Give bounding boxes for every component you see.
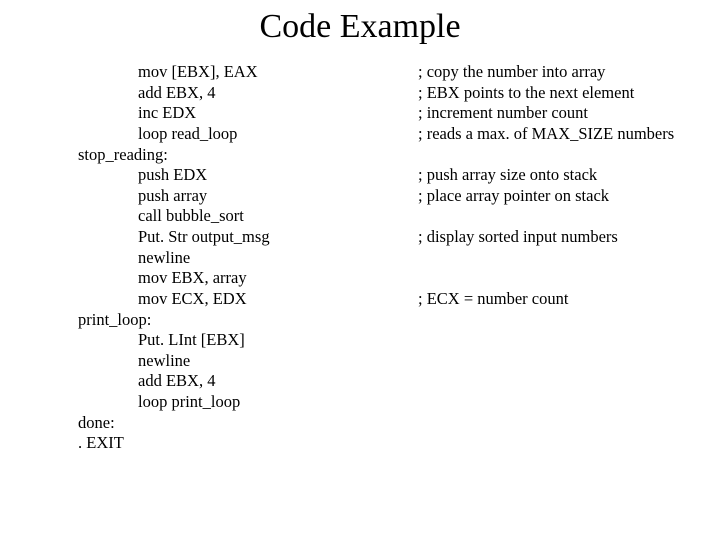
code-instruction: loop print_loop bbox=[78, 392, 418, 413]
code-instruction: newline bbox=[78, 248, 418, 269]
code-line: mov ECX, EDX; ECX = number count bbox=[78, 289, 674, 310]
code-instruction: Put. LInt [EBX] bbox=[78, 330, 418, 351]
code-comment: ; display sorted input numbers bbox=[418, 227, 618, 248]
code-instruction: newline bbox=[78, 351, 418, 372]
slide: Code Example mov [EBX], EAX; copy the nu… bbox=[0, 0, 720, 540]
code-line: push EDX; push array size onto stack bbox=[78, 165, 674, 186]
code-instruction: Put. Str output_msg bbox=[78, 227, 418, 248]
code-block: mov [EBX], EAX; copy the number into arr… bbox=[78, 62, 674, 454]
code-instruction: add EBX, 4 bbox=[78, 371, 418, 392]
code-line: inc EDX; increment number count bbox=[78, 103, 674, 124]
code-line: . EXIT bbox=[78, 433, 674, 454]
code-line: mov [EBX], EAX; copy the number into arr… bbox=[78, 62, 674, 83]
code-instruction: push array bbox=[78, 186, 418, 207]
code-instruction: inc EDX bbox=[78, 103, 418, 124]
code-instruction: stop_reading: bbox=[78, 145, 358, 166]
code-comment: ; increment number count bbox=[418, 103, 588, 124]
code-instruction: add EBX, 4 bbox=[78, 83, 418, 104]
code-line: print_loop: bbox=[78, 310, 674, 331]
code-instruction: . EXIT bbox=[78, 433, 358, 454]
code-line: Put. LInt [EBX] bbox=[78, 330, 674, 351]
code-line: loop print_loop bbox=[78, 392, 674, 413]
code-line: add EBX, 4 bbox=[78, 371, 674, 392]
code-comment: ; ECX = number count bbox=[418, 289, 568, 310]
code-comment: ; EBX points to the next element bbox=[418, 83, 634, 104]
code-comment: ; push array size onto stack bbox=[418, 165, 597, 186]
code-line: newline bbox=[78, 248, 674, 269]
code-instruction: mov EBX, array bbox=[78, 268, 418, 289]
code-line: loop read_loop; reads a max. of MAX_SIZE… bbox=[78, 124, 674, 145]
slide-title: Code Example bbox=[0, 8, 720, 46]
code-comment: ; copy the number into array bbox=[418, 62, 605, 83]
code-line: Put. Str output_msg; display sorted inpu… bbox=[78, 227, 674, 248]
code-line: done: bbox=[78, 413, 674, 434]
code-instruction: loop read_loop bbox=[78, 124, 418, 145]
code-instruction: call bubble_sort bbox=[78, 206, 418, 227]
code-instruction: push EDX bbox=[78, 165, 418, 186]
code-line: stop_reading: bbox=[78, 145, 674, 166]
code-line: newline bbox=[78, 351, 674, 372]
code-instruction: mov [EBX], EAX bbox=[78, 62, 418, 83]
code-comment: ; place array pointer on stack bbox=[418, 186, 609, 207]
code-comment: ; reads a max. of MAX_SIZE numbers bbox=[418, 124, 674, 145]
code-instruction: mov ECX, EDX bbox=[78, 289, 418, 310]
code-line: push array; place array pointer on stack bbox=[78, 186, 674, 207]
code-line: add EBX, 4; EBX points to the next eleme… bbox=[78, 83, 674, 104]
code-line: call bubble_sort bbox=[78, 206, 674, 227]
code-instruction: print_loop: bbox=[78, 310, 358, 331]
code-instruction: done: bbox=[78, 413, 358, 434]
code-line: mov EBX, array bbox=[78, 268, 674, 289]
